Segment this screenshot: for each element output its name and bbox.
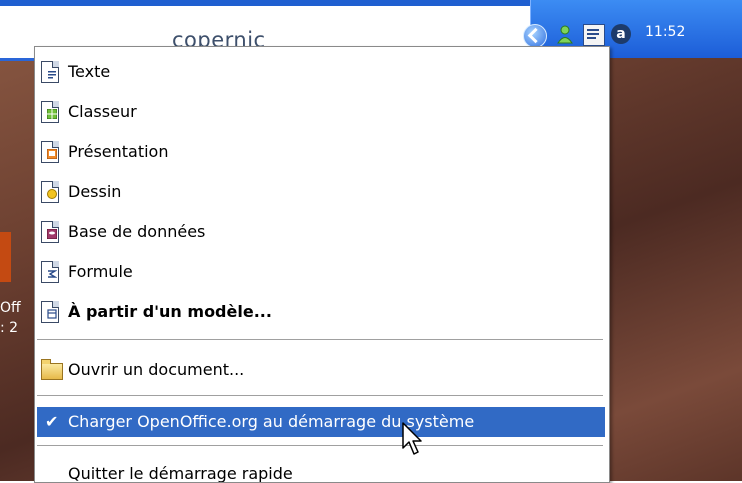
menu-item-charger-au-demarrage[interactable]: ✔ Charger OpenOffice.org au démarrage du…	[37, 407, 605, 437]
menu-separator	[37, 339, 603, 341]
menu-item-ouvrir-document[interactable]: Ouvrir un document...	[37, 355, 605, 385]
menu-item-classeur[interactable]: Classeur	[37, 97, 605, 127]
calc-doc-icon	[41, 101, 61, 123]
desktop-label-fragment: Off	[0, 300, 21, 316]
folder-icon	[41, 359, 63, 381]
checkmark-icon: ✔	[45, 412, 59, 431]
math-doc-icon	[41, 261, 61, 283]
menu-separator	[37, 445, 603, 447]
menu-item-base-de-donnees[interactable]: Base de données	[37, 217, 605, 247]
openoffice-icon[interactable]	[583, 24, 605, 46]
menu-item-texte[interactable]: Texte	[37, 57, 605, 87]
draw-doc-icon	[41, 181, 61, 203]
writer-doc-icon	[41, 61, 61, 83]
menu-item-formule[interactable]: Formule	[37, 257, 605, 287]
menu-item-presentation[interactable]: Présentation	[37, 137, 605, 167]
base-doc-icon	[41, 221, 61, 243]
user-icon[interactable]	[555, 24, 575, 44]
back-arrow-icon[interactable]	[523, 24, 547, 48]
quickstart-context-menu: Texte Classeur Présentation Dessin Base …	[34, 46, 610, 483]
menu-item-dessin[interactable]: Dessin	[37, 177, 605, 207]
clock: 11:52	[645, 24, 686, 40]
menu-item-quitter[interactable]: Quitter le démarrage rapide	[37, 459, 605, 482]
desktop-icon-fragment	[0, 232, 11, 282]
menu-item-a-partir-modele[interactable]: À partir d'un modèle...	[37, 297, 605, 327]
desktop-label-fragment: : 2	[0, 320, 19, 336]
antivirus-icon[interactable]: a	[611, 24, 631, 44]
impress-doc-icon	[41, 141, 61, 163]
template-doc-icon	[41, 301, 61, 323]
menu-separator	[37, 395, 603, 397]
mouse-cursor-icon	[402, 422, 422, 455]
